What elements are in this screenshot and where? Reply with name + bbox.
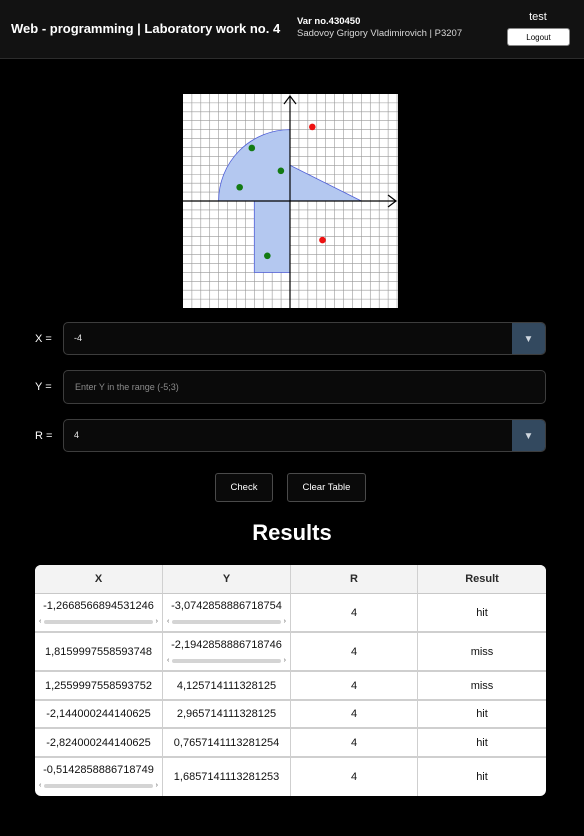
table-row: -2,824000244140625 0,7657141113281254 4 …	[35, 729, 546, 758]
column-header-y: Y	[163, 565, 291, 594]
cell-x: 1,2559997558593752	[35, 672, 163, 701]
table-header-row: X Y R Result	[35, 565, 546, 594]
scrollbar-thumb[interactable]	[172, 658, 281, 663]
cell-x-value: -0,5142858886718749	[43, 764, 154, 776]
results-table: X Y R Result -1,2668566894531246 ‹ › -3,07…	[35, 565, 546, 796]
horizontal-scrollbar[interactable]: ‹ ›	[39, 782, 158, 790]
scroll-right-icon[interactable]: ›	[156, 618, 158, 626]
table-row: 1,8159997558593748 -2,1942858886718746 ‹ ›…	[35, 633, 546, 672]
x-select-value: -4	[74, 333, 83, 343]
cell-x[interactable]: -0,5142858886718749 ‹ ›	[35, 758, 163, 796]
y-label: Y =	[35, 381, 52, 393]
point-hit	[248, 144, 256, 152]
cell-x[interactable]: -1,2668566894531246 ‹ ›	[35, 594, 163, 633]
app-header: Web - programming | Laboratory work no. …	[0, 0, 584, 59]
x-label: X =	[35, 333, 52, 345]
cell-result: hit	[476, 771, 488, 783]
scroll-left-icon[interactable]: ‹	[39, 618, 41, 626]
chevron-down-icon[interactable]: ▼	[512, 420, 545, 451]
horizontal-scrollbar[interactable]: ‹ ›	[167, 657, 286, 665]
clear-table-button[interactable]: Clear Table	[287, 473, 366, 502]
point-miss	[309, 123, 316, 131]
area-quarter-circle	[218, 129, 291, 202]
cell-y-value: -2,1942858886718746	[171, 638, 282, 651]
scrollbar-thumb[interactable]	[44, 619, 153, 624]
cell-result: hit	[418, 729, 546, 758]
coordinate-plane[interactable]	[183, 94, 398, 308]
results-title: Results	[252, 520, 332, 545]
cell-r: 4	[291, 633, 418, 672]
column-header-result: Result	[418, 565, 546, 594]
cell-y[interactable]: -3,0742858886718754 ‹ ›	[163, 594, 291, 633]
cell-x: -2,824000244140625	[35, 729, 163, 758]
student-info: Sadovoy Grigory Vladimirovich | P3207	[297, 28, 463, 39]
username: test	[529, 11, 547, 23]
table-row: 1,2559997558593752 4,125714111328125 4 m…	[35, 672, 546, 701]
cell-r: 4	[291, 594, 418, 633]
cell-result: hit	[418, 701, 546, 729]
coordinate-plane-svg[interactable]	[183, 94, 398, 308]
scrollbar-thumb[interactable]	[44, 784, 153, 788]
table-row: -1,2668566894531246 ‹ › -3,074285888671875…	[35, 594, 546, 633]
y-input[interactable]	[63, 370, 546, 404]
scroll-left-icon[interactable]: ‹	[167, 618, 169, 626]
table-row: -0,5142858886718749 ‹ › 1,6857141113281253…	[35, 758, 546, 796]
cell-result: hit	[418, 594, 546, 633]
scrollbar-thumb[interactable]	[172, 619, 281, 624]
cell-r: 4	[291, 701, 418, 729]
point-hit	[264, 252, 271, 260]
r-select[interactable]: 4 ▼	[63, 419, 546, 452]
cell-r: 4	[291, 672, 418, 701]
r-label: R =	[35, 430, 53, 442]
column-header-r: R	[291, 565, 418, 594]
cell-r: 4	[291, 729, 418, 758]
app-title: Web - programming | Laboratory work no. …	[11, 21, 281, 36]
horizontal-scrollbar[interactable]: ‹ ›	[167, 618, 286, 626]
scroll-right-icon[interactable]: ›	[284, 657, 286, 665]
cell-x: 1,8159997558593748	[35, 633, 163, 672]
point-miss	[319, 236, 326, 244]
cell-result: miss	[418, 672, 546, 701]
x-select[interactable]: -4 ▼	[63, 322, 546, 355]
check-button[interactable]: Check	[215, 473, 273, 502]
point-hit	[277, 167, 285, 175]
r-select-value: 4	[74, 430, 80, 440]
scroll-left-icon[interactable]: ‹	[39, 782, 41, 790]
horizontal-scrollbar[interactable]: ‹ ›	[39, 618, 158, 626]
logout-button[interactable]: Logout	[507, 28, 570, 46]
cell-y: 1,6857141113281253	[163, 758, 291, 796]
cell-y: 4,125714111328125	[163, 672, 291, 701]
cell-y[interactable]: -2,1942858886718746 ‹ ›	[163, 633, 291, 672]
cell-x: -2,144000244140625	[35, 701, 163, 729]
cell-y-value: -3,0742858886718754	[171, 599, 282, 612]
variant-info: Var no.430450 Sadovoy Grigory Vladimirov…	[297, 16, 462, 39]
column-header-x: X	[35, 565, 163, 594]
cell-r: 4	[291, 758, 418, 796]
cell-x-value: -1,2668566894531246	[43, 599, 154, 612]
variant-number: Var no.430450	[297, 16, 361, 27]
scroll-right-icon[interactable]: ›	[156, 782, 158, 790]
area-rectangle	[253, 200, 291, 273]
scroll-left-icon[interactable]: ‹	[167, 657, 169, 665]
chevron-down-icon[interactable]: ▼	[512, 323, 545, 354]
scroll-right-icon[interactable]: ›	[284, 618, 286, 626]
cell-result: miss	[418, 633, 546, 672]
cell-y: 2,965714111328125	[163, 701, 291, 729]
table-row: -2,144000244140625 2,965714111328125 4 h…	[35, 701, 546, 729]
point-hit	[236, 183, 243, 191]
cell-y: 0,7657141113281254	[163, 729, 291, 758]
